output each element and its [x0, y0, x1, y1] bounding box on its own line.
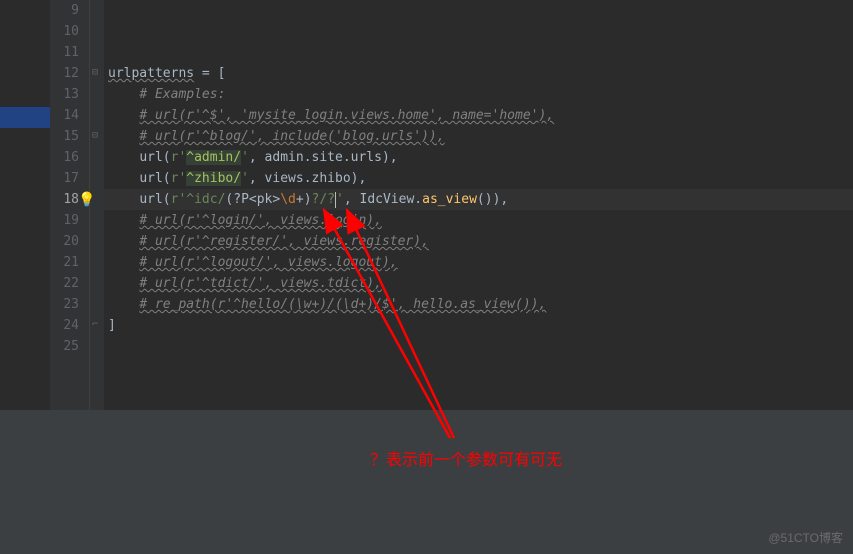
code-line[interactable]: urlpatterns = [ [104, 63, 853, 84]
code-line[interactable] [104, 21, 853, 42]
code-editor[interactable]: urlpatterns = [ # Examples: # url(r'^$',… [104, 0, 853, 410]
line-number: 22 [50, 273, 79, 294]
code-line[interactable]: ] [104, 315, 853, 336]
line-number: 15 [50, 126, 79, 147]
line-number: 10 [50, 21, 79, 42]
code-line[interactable]: url(r'^zhibo/', views.zhibo), [104, 168, 853, 189]
fold-icon[interactable]: ⊟ [92, 67, 102, 77]
code-line[interactable]: # url(r'^logout/', views.logout), [104, 252, 853, 273]
gutter-highlight [0, 107, 50, 128]
code-line[interactable]: # url(r'^login/', views.login), [104, 210, 853, 231]
code-line[interactable]: # re_path(r'^hello/(\w+)/(\d+)/$', hello… [104, 294, 853, 315]
code-line-current[interactable]: url(r'^idc/(?P<pk>\d+)?/?', IdcView.as_v… [104, 189, 853, 210]
watermark: @51CTO博客 [768, 529, 843, 546]
code-line[interactable]: # url(r'^blog/', include('blog.urls')), [104, 126, 853, 147]
code-line[interactable] [104, 336, 853, 357]
code-line[interactable] [104, 0, 853, 21]
line-number: 23 [50, 294, 79, 315]
line-number: 17 [50, 168, 79, 189]
line-number: 11 [50, 42, 79, 63]
line-number: 19 [50, 210, 79, 231]
code-line[interactable]: url(r'^admin/', admin.site.urls), [104, 147, 853, 168]
bottom-panel [0, 410, 853, 554]
line-number: 21 [50, 252, 79, 273]
line-number: 25 [50, 336, 79, 357]
editor-container: 9 10 11 12 13 14 15 16 17 18 19 20 21 22… [0, 0, 853, 410]
lightbulb-icon[interactable]: 💡 [78, 192, 95, 208]
line-number: 13 [50, 84, 79, 105]
code-line[interactable]: # url(r'^$', 'mysite_login.views.home', … [104, 105, 853, 126]
code-line[interactable]: # url(r'^tdict/', views.tdict), [104, 273, 853, 294]
line-number-current: 18 [50, 189, 79, 210]
code-line[interactable]: # Examples: [104, 84, 853, 105]
line-number: 12 [50, 63, 79, 84]
code-line[interactable] [104, 42, 853, 63]
line-number: 20 [50, 231, 79, 252]
line-number: 16 [50, 147, 79, 168]
annotation-label: ？表示前一个参数可有可无 [370, 446, 562, 470]
code-line[interactable]: # url(r'^register/', views.register), [104, 231, 853, 252]
line-number: 24 [50, 315, 79, 336]
left-margin [0, 0, 50, 410]
fold-icon[interactable]: ⊟ [92, 130, 102, 140]
line-number: 14 [50, 105, 79, 126]
fold-end-icon[interactable]: ⌐ [92, 319, 102, 329]
line-number: 9 [50, 0, 79, 21]
